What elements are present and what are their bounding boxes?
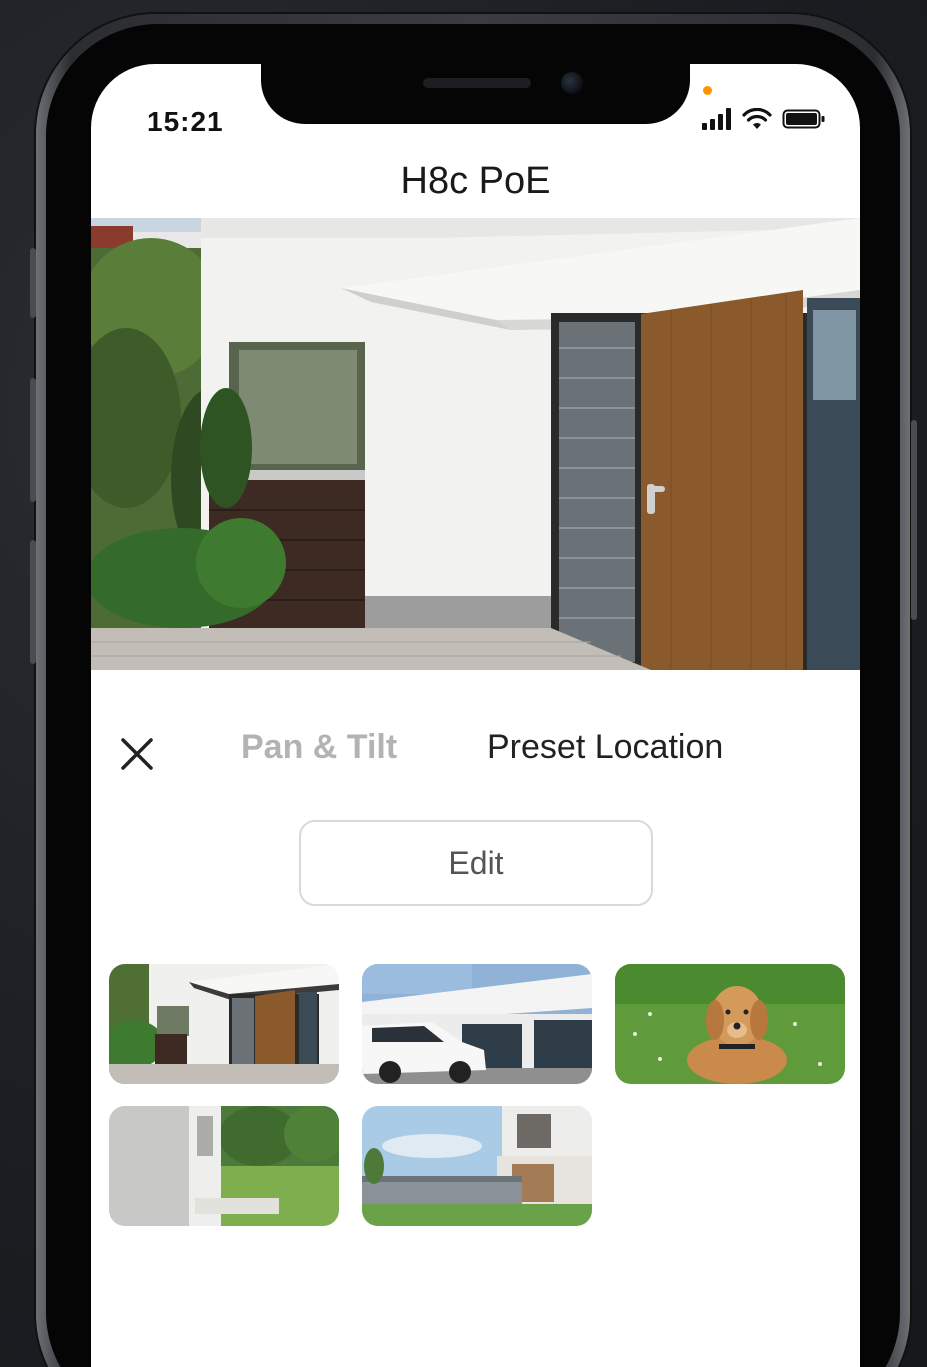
close-icon bbox=[121, 738, 153, 770]
live-camera-view[interactable] bbox=[91, 218, 860, 670]
preset-thumbnail-1[interactable] bbox=[109, 964, 339, 1084]
page-title: H8c PoE bbox=[400, 160, 551, 202]
phone-notch bbox=[261, 58, 690, 124]
tab-pan-tilt[interactable]: Pan & Tilt bbox=[241, 728, 397, 767]
power-button bbox=[911, 420, 917, 620]
signal-icon bbox=[702, 108, 732, 135]
edit-button[interactable]: Edit bbox=[299, 820, 653, 906]
speaker-grille bbox=[423, 78, 531, 88]
privacy-indicator bbox=[703, 86, 712, 95]
front-camera bbox=[561, 72, 583, 94]
battery-icon bbox=[782, 108, 826, 135]
preset-thumbnail-4[interactable] bbox=[109, 1106, 339, 1226]
mute-switch bbox=[30, 248, 36, 318]
preset-thumbnail-2[interactable] bbox=[362, 964, 592, 1084]
volume-down-button bbox=[30, 540, 36, 664]
preset-thumbnail-5[interactable] bbox=[362, 1106, 592, 1226]
tab-preset-location[interactable]: Preset Location bbox=[487, 728, 723, 767]
close-button[interactable] bbox=[115, 732, 159, 776]
device-mockup: 15:21 H8c PoE Pan & Tilt Preset Location… bbox=[0, 0, 927, 1367]
preset-thumbnail-3[interactable] bbox=[615, 964, 845, 1084]
app-screen: 15:21 H8c PoE Pan & Tilt Preset Location… bbox=[91, 64, 860, 1367]
volume-up-button bbox=[30, 378, 36, 502]
wifi-icon bbox=[742, 107, 772, 135]
status-icons bbox=[702, 107, 826, 135]
status-time: 15:21 bbox=[147, 106, 224, 137]
